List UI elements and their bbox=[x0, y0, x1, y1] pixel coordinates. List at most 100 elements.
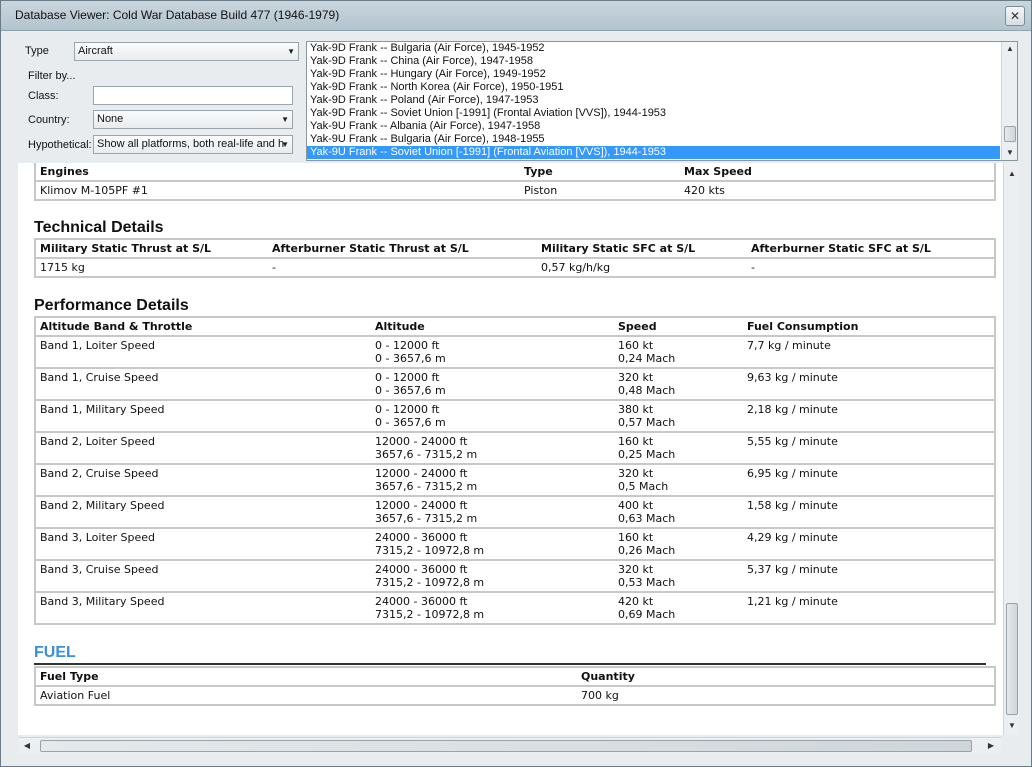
chevron-down-icon: ▼ bbox=[281, 140, 289, 149]
scroll-right-icon[interactable]: ▶ bbox=[984, 739, 998, 753]
table-cell: Band 3, Military Speed bbox=[35, 591, 371, 624]
cell-line: 0,24 Mach bbox=[618, 352, 676, 365]
cell-line: 7315,2 - 10972,8 m bbox=[375, 576, 485, 589]
divider bbox=[34, 663, 986, 665]
list-item[interactable]: Yak-9U Frank -- Soviet Union [-1991] (Fr… bbox=[307, 146, 1000, 159]
title-bar[interactable]: Database Viewer: Cold War Database Build… bbox=[1, 1, 1031, 31]
cell-line: 0 - 3657,6 m bbox=[375, 416, 446, 429]
table-row: Aviation Fuel 700 kg bbox=[35, 685, 995, 705]
table-row: Klimov M-105PF #1 Piston 420 kts bbox=[35, 180, 995, 200]
country-select[interactable]: None ▼ bbox=[93, 110, 293, 129]
cell-line: 0 - 12000 ft bbox=[375, 339, 440, 352]
cell-line: 12000 - 24000 ft bbox=[375, 435, 468, 448]
column-header: Altitude bbox=[371, 317, 614, 337]
cell-line: 5,55 kg / minute bbox=[747, 435, 838, 448]
table-cell: 12000 - 24000 ft 3657,6 - 7315,2 m bbox=[371, 431, 614, 464]
platform-listbox[interactable]: Yak-9D Frank -- Bulgaria (Air Force), 19… bbox=[306, 41, 1018, 161]
fuel-table: Fuel Type Quantity Aviation Fuel 700 kg bbox=[34, 666, 996, 706]
table-cell: 4,29 kg / minute bbox=[743, 527, 995, 560]
scroll-down-icon[interactable]: ▼ bbox=[1002, 146, 1017, 160]
details-vertical-scrollbar[interactable]: ▲ ▼ bbox=[1003, 163, 1019, 735]
table-cell: Band 2, Cruise Speed bbox=[35, 463, 371, 496]
table-cell: 0 - 12000 ft 0 - 3657,6 m bbox=[371, 399, 614, 432]
cell-line: 24000 - 36000 ft bbox=[375, 563, 468, 576]
cell-line: Band 2, Loiter Speed bbox=[40, 435, 156, 448]
table-cell: 160 kt 0,24 Mach bbox=[614, 335, 743, 368]
platform-list-scrollbar[interactable]: ▲ ▼ bbox=[1001, 42, 1017, 160]
column-header: Altitude Band & Throttle bbox=[35, 317, 371, 337]
engine-type-header: Type bbox=[520, 163, 680, 182]
technical-details-title: Technical Details bbox=[34, 219, 164, 236]
scrollbar-thumb[interactable] bbox=[1004, 126, 1016, 142]
table-cell: 12000 - 24000 ft 3657,6 - 7315,2 m bbox=[371, 463, 614, 496]
cell-line: Band 1, Loiter Speed bbox=[40, 339, 156, 352]
column-header: Fuel Consumption bbox=[743, 317, 995, 337]
table-row: Band 2, Military Speed 12000 - 24000 ft 36… bbox=[35, 495, 995, 528]
chevron-down-icon: ▼ bbox=[287, 47, 295, 56]
type-select[interactable]: Aircraft ▼ bbox=[74, 42, 299, 61]
fuel-title: FUEL bbox=[34, 644, 76, 661]
cell-line: 3657,6 - 7315,2 m bbox=[375, 512, 478, 525]
table-row: Band 1, Military Speed 0 - 12000 ft 0 - 36… bbox=[35, 399, 995, 432]
scroll-down-icon[interactable]: ▼ bbox=[1004, 719, 1020, 733]
cell-line: Band 1, Cruise Speed bbox=[40, 371, 159, 384]
table-cell: Band 2, Military Speed bbox=[35, 495, 371, 528]
scroll-left-icon[interactable]: ◀ bbox=[20, 739, 34, 753]
cell-line: 1,21 kg / minute bbox=[747, 595, 838, 608]
hypothetical-label: Hypothetical: bbox=[28, 139, 92, 151]
list-item[interactable]: Yak-9D Frank -- Soviet Union [-1991] (Fr… bbox=[307, 107, 1017, 120]
cell-line: 0,63 Mach bbox=[618, 512, 676, 525]
platform-list: Yak-9D Frank -- Bulgaria (Air Force), 19… bbox=[307, 42, 1017, 159]
list-item[interactable]: Yak-9D Frank -- North Korea (Air Force),… bbox=[307, 81, 1017, 94]
hypothetical-select[interactable]: Show all platforms, both real-life and h… bbox=[93, 135, 293, 154]
cell-line: Band 2, Cruise Speed bbox=[40, 467, 159, 480]
cell-line: 9,63 kg / minute bbox=[747, 371, 838, 384]
table-cell: 0,57 kg/h/kg bbox=[537, 257, 747, 277]
table-cell: - bbox=[268, 257, 537, 277]
engine-name: Klimov M-105PF #1 bbox=[35, 180, 520, 200]
type-label: Type bbox=[25, 45, 49, 57]
country-select-value: None bbox=[97, 113, 124, 125]
table-cell: 320 kt 0,53 Mach bbox=[614, 559, 743, 592]
class-label: Class: bbox=[28, 90, 59, 102]
cell-line: 6,95 kg / minute bbox=[747, 467, 838, 480]
table-row: Band 3, Loiter Speed 24000 - 36000 ft 7315… bbox=[35, 527, 995, 560]
table-cell: 380 kt 0,57 Mach bbox=[614, 399, 743, 432]
table-cell: 24000 - 36000 ft 7315,2 - 10972,8 m bbox=[371, 559, 614, 592]
list-item[interactable]: Yak-9U Frank -- Bulgaria (Air Force), 19… bbox=[307, 133, 1017, 146]
table-cell: 1,58 kg / minute bbox=[743, 495, 995, 528]
list-item[interactable]: Yak-9D Frank -- Poland (Air Force), 1947… bbox=[307, 94, 1017, 107]
table-cell: 700 kg bbox=[577, 685, 995, 705]
cell-line: 3657,6 - 7315,2 m bbox=[375, 448, 478, 461]
cell-line: 5,37 kg / minute bbox=[747, 563, 838, 576]
list-item[interactable]: Yak-9D Frank -- China (Air Force), 1947-… bbox=[307, 55, 1017, 68]
scrollbar-thumb[interactable] bbox=[1006, 603, 1018, 715]
table-row: 1715 kg - 0,57 kg/h/kg - bbox=[35, 257, 995, 277]
details-horizontal-scrollbar[interactable]: ◀ ▶ bbox=[18, 737, 1001, 754]
engines-table: Engines Type Max Speed Klimov M-105PF #1… bbox=[34, 163, 996, 201]
performance-table: Altitude Band & Throttle Altitude Speed … bbox=[34, 316, 996, 625]
column-header: Military Static SFC at S/L bbox=[537, 239, 747, 259]
table-cell: Band 1, Military Speed bbox=[35, 399, 371, 432]
table-cell: Band 3, Cruise Speed bbox=[35, 559, 371, 592]
close-button[interactable]: ✕ bbox=[1005, 6, 1025, 26]
table-cell: 5,55 kg / minute bbox=[743, 431, 995, 464]
class-input[interactable] bbox=[93, 86, 293, 105]
column-header: Afterburner Static Thrust at S/L bbox=[268, 239, 537, 259]
list-item[interactable]: Yak-9U Frank -- Albania (Air Force), 194… bbox=[307, 120, 1017, 133]
hypothetical-select-value: Show all platforms, both real-life and h bbox=[97, 138, 285, 150]
table-cell: 1715 kg bbox=[35, 257, 268, 277]
table-cell: 320 kt 0,48 Mach bbox=[614, 367, 743, 400]
table-cell: 9,63 kg / minute bbox=[743, 367, 995, 400]
cell-line: 24000 - 36000 ft bbox=[375, 595, 468, 608]
cell-line: 7315,2 - 10972,8 m bbox=[375, 608, 485, 621]
scroll-up-icon[interactable]: ▲ bbox=[1004, 167, 1020, 181]
window-title: Database Viewer: Cold War Database Build… bbox=[15, 8, 340, 22]
cell-line: 3657,6 - 7315,2 m bbox=[375, 480, 478, 493]
list-item[interactable]: Yak-9D Frank -- Hungary (Air Force), 194… bbox=[307, 68, 1017, 81]
list-item[interactable]: Yak-9D Frank -- Bulgaria (Air Force), 19… bbox=[307, 42, 1017, 55]
column-header: Quantity bbox=[577, 667, 995, 687]
column-header: Afterburner Static SFC at S/L bbox=[747, 239, 995, 259]
scrollbar-thumb[interactable] bbox=[40, 740, 972, 752]
scroll-up-icon[interactable]: ▲ bbox=[1002, 42, 1017, 56]
